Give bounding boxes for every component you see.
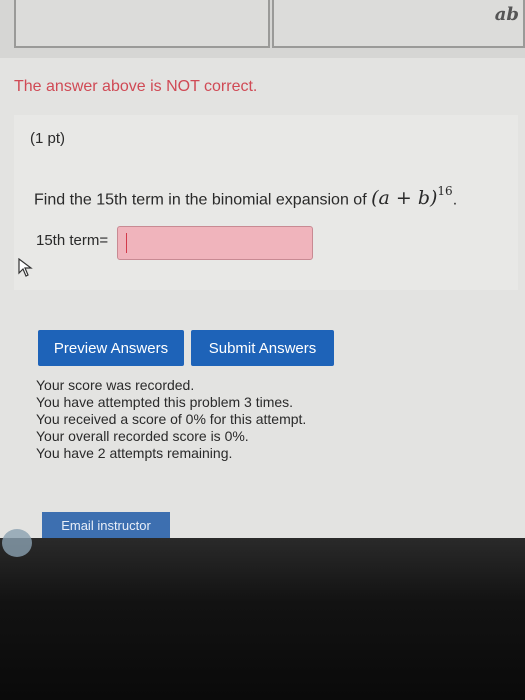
status-line: You have 2 attempts remaining.: [36, 445, 233, 461]
answer-cell-1: [14, 0, 270, 48]
text-caret: [126, 233, 127, 253]
answer-label: 15th term=: [36, 232, 109, 249]
binomial-expression: (a + b)16: [371, 184, 453, 210]
preview-answers-button[interactable]: Preview Answers: [38, 330, 184, 366]
answer-cell-2: [272, 0, 525, 48]
attempt-status: Your score was recorded. You have attemp…: [36, 377, 306, 462]
answer-preview-text: ab: [494, 4, 519, 25]
problem-question: Find the 15th term in the binomial expan…: [34, 184, 458, 210]
status-line: Your overall recorded score is 0%.: [36, 428, 249, 444]
question-period: .: [452, 191, 458, 209]
incorrect-answer-message: The answer above is NOT correct.: [14, 78, 258, 95]
status-line: You received a score of 0% for this atte…: [36, 411, 307, 427]
email-instructor-button[interactable]: Email instructor: [42, 512, 170, 538]
question-text: Find the 15th term in the binomial expan…: [34, 191, 367, 209]
browser-taskbar-icon[interactable]: [2, 529, 32, 557]
binomial-base: (a + b): [371, 187, 438, 210]
mouse-pointer-icon: [18, 258, 33, 277]
monitor-bezel: [0, 538, 525, 700]
binomial-exponent: 16: [437, 184, 453, 198]
submit-answers-button[interactable]: Submit Answers: [191, 330, 334, 366]
status-line: You have attempted this problem 3 times.: [36, 394, 294, 410]
answer-input[interactable]: [117, 226, 313, 260]
status-line: Your score was recorded.: [36, 377, 195, 393]
problem-points: (1 pt): [30, 130, 66, 147]
